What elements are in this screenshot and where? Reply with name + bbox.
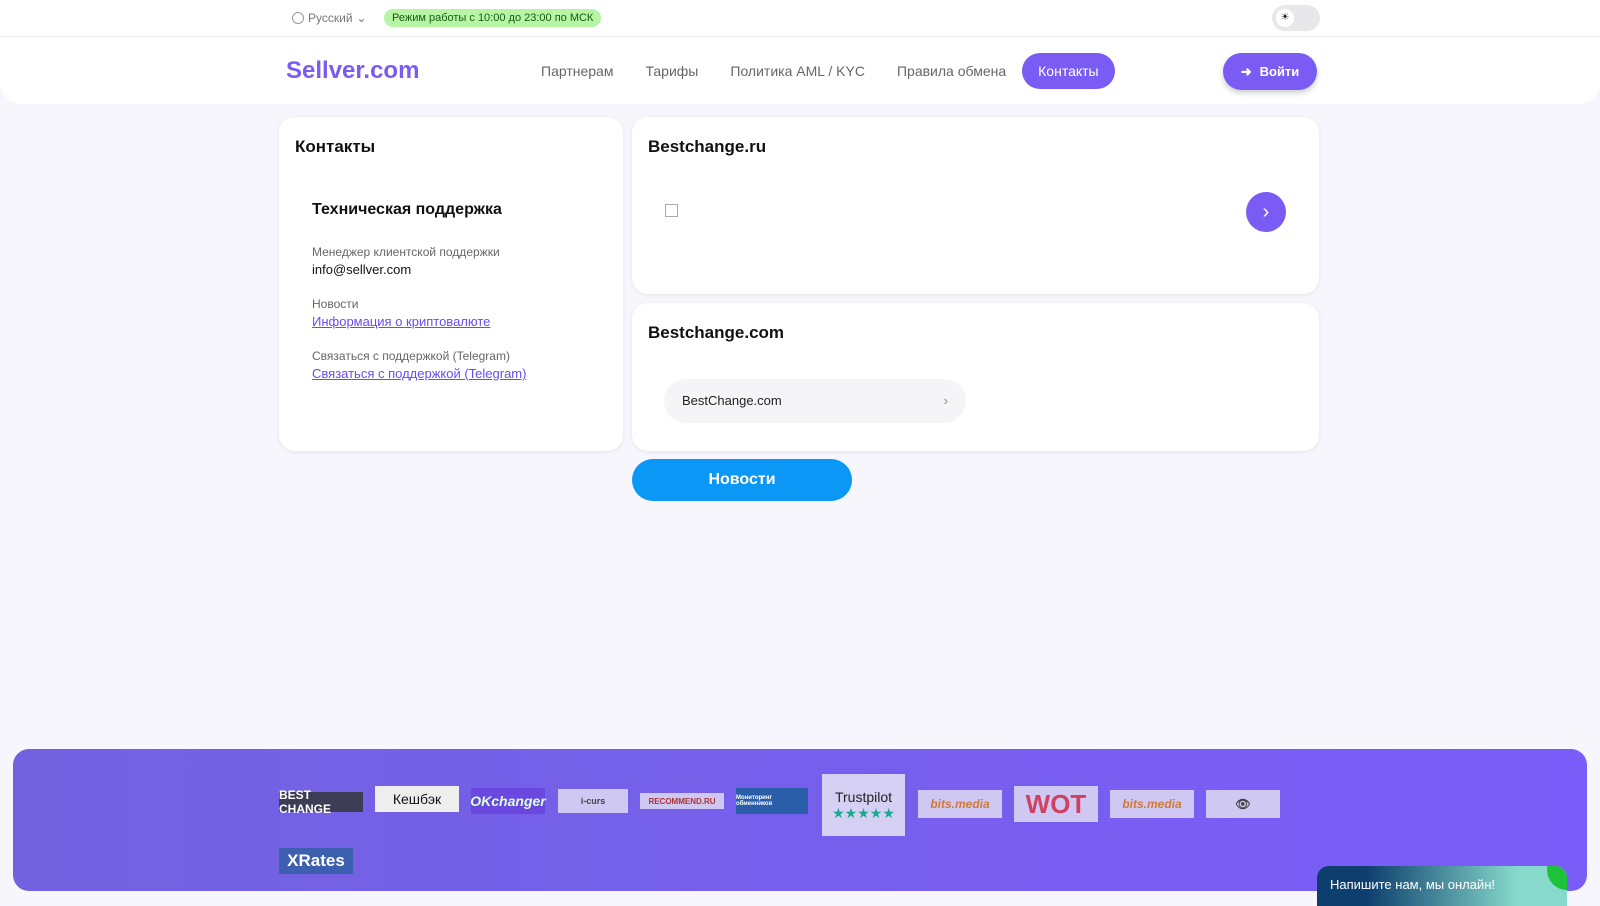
theme-toggle[interactable]: ☀	[1272, 5, 1320, 31]
bitsmedia-badge-2[interactable]: bits.media	[1110, 790, 1194, 818]
support-section: Техническая поддержка Менеджер клиентско…	[312, 201, 526, 381]
nav-tariffs[interactable]: Тарифы	[629, 53, 714, 89]
top-bar: Русский ⌄ Режим работы с 10:00 до 23:00 п…	[0, 0, 1600, 37]
trustpilot-badge[interactable]: Trustpilot ★★★★★	[822, 774, 905, 836]
manager-label: Менеджер клиентской поддержки	[312, 245, 500, 259]
broken-image-icon	[665, 204, 678, 217]
chevron-down-icon: ⌄	[356, 11, 367, 25]
bitsmedia-badge[interactable]: bits.media	[918, 790, 1002, 818]
contacts-title: Контакты	[295, 137, 376, 156]
chat-widget[interactable]: Напишите нам, мы онлайн!	[1317, 866, 1567, 906]
bestchange-com-link[interactable]: BestChange.com ›	[664, 379, 966, 423]
login-icon: ➜	[1240, 63, 1252, 79]
news-button[interactable]: Новости	[632, 459, 852, 501]
nav-contacts[interactable]: Контакты	[1022, 53, 1115, 89]
xrates-badge[interactable]: XRates	[279, 848, 353, 874]
recommend-badge[interactable]: RECOMMEND.RU	[640, 793, 724, 809]
icurs-badge[interactable]: i-curs	[558, 789, 628, 813]
crypto-info-link[interactable]: Информация о криптовалюте	[312, 314, 526, 329]
nav-aml-kyc[interactable]: Политика AML / KYC	[714, 53, 881, 89]
nav-partners[interactable]: Партнерам	[525, 53, 629, 89]
chevron-right-icon: ›	[943, 393, 948, 408]
support-email: info@sellver.com	[312, 262, 412, 277]
telegram-link[interactable]: Связаться с поддержкой (Telegram)	[312, 366, 526, 381]
main-nav: Партнерам Тарифы Политика AML / KYC Прав…	[525, 53, 1115, 89]
support-heading: Техническая поддержка	[312, 201, 502, 218]
bestchange-ru-title: Bestchange.ru	[648, 137, 767, 156]
news-label: Новости	[312, 297, 359, 311]
monitoring-badge[interactable]: Мониторинг обменников	[736, 788, 808, 814]
sun-icon: ☀	[1276, 9, 1294, 27]
cashback-badge[interactable]: Кешбэк	[375, 786, 459, 812]
chat-label: Напишите нам, мы онлайн!	[1330, 877, 1496, 892]
okchanger-badge[interactable]: OKchanger	[470, 788, 546, 814]
online-indicator	[1547, 866, 1567, 890]
logo[interactable]: Sellver.com	[286, 57, 419, 85]
language-label: Русский	[308, 11, 353, 25]
stars-icon: ★★★★★	[832, 804, 895, 821]
bestchange-badge[interactable]: BEST CHANGE	[279, 788, 363, 816]
bestchange-ru-card: Bestchange.ru ›	[632, 117, 1319, 294]
bestchange-com-label: BestChange.com	[682, 393, 782, 408]
eye-pyramid-badge[interactable]: 👁	[1206, 790, 1280, 818]
trustpilot-label: Trustpilot	[834, 788, 893, 805]
login-label: Войти	[1259, 64, 1300, 79]
bestchange-com-card: Bestchange.com BestChange.com ›	[632, 303, 1319, 451]
wot-badge[interactable]: WOT	[1014, 786, 1098, 822]
working-hours-badge: Режим работы с 10:00 до 23:00 по МСК	[384, 9, 602, 27]
contacts-card: Контакты Техническая поддержка Менеджер …	[279, 117, 623, 451]
globe-icon	[292, 12, 304, 24]
language-select[interactable]: Русский ⌄	[292, 11, 367, 25]
login-button[interactable]: ➜ Войти	[1223, 53, 1317, 90]
chevron-right-button[interactable]: ›	[1246, 192, 1286, 232]
eye-icon: 👁	[1235, 797, 1251, 811]
telegram-label: Связаться с поддержкой (Telegram)	[312, 349, 510, 363]
bestchange-com-title: Bestchange.com	[648, 323, 785, 342]
header: Sellver.com Партнерам Тарифы Политика AM…	[0, 37, 1600, 104]
nav-exchange-rules[interactable]: Правила обмена	[881, 53, 1022, 89]
